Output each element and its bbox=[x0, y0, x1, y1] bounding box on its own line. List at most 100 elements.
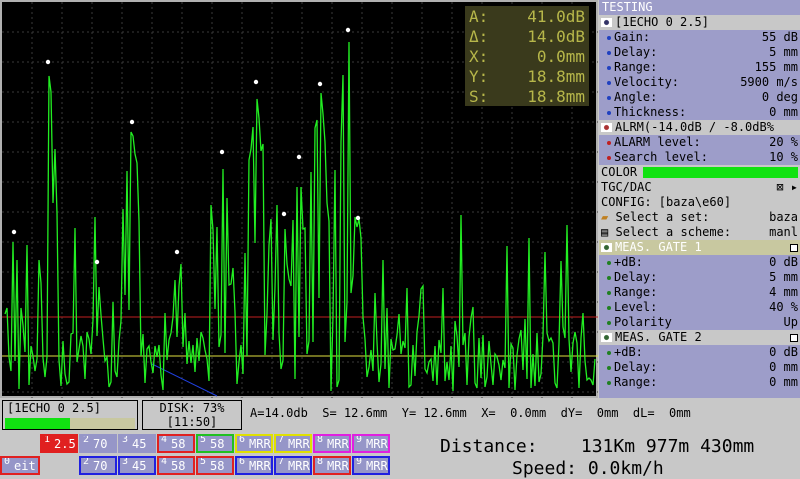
peak-marker bbox=[355, 215, 361, 221]
gate1-eye-icon bbox=[601, 243, 612, 252]
setting-row[interactable]: Range: 4 mm bbox=[599, 285, 800, 300]
channel-3-button[interactable]: 3 45 bbox=[118, 434, 156, 453]
distance-display: Distance: 131Km 977m 430mm bbox=[440, 436, 755, 457]
bullet-icon bbox=[607, 80, 611, 85]
channel-9-button[interactable]: 9 MRR bbox=[352, 456, 390, 475]
peak-marker bbox=[281, 211, 287, 217]
gate2-header[interactable]: MEAS. GATE 2 bbox=[599, 330, 800, 345]
peak-marker bbox=[129, 119, 135, 125]
bullet-icon bbox=[607, 140, 611, 145]
channel-2-button[interactable]: 2 70 bbox=[79, 456, 117, 475]
channel-4-button[interactable]: 4 58 bbox=[157, 434, 195, 453]
channel-4-button[interactable]: 4 58 bbox=[157, 456, 195, 475]
ascan-display[interactable]: A: 41.0dB Δ: 14.0dB X: 0.0mm Y: 18.8mm S: 18.8mm bbox=[0, 0, 598, 398]
setting-row[interactable]: Delay: 5 mm bbox=[599, 45, 800, 60]
measurement-line: A=14.0db S= 12.6mm Y= 12.6mm X= 0.0mm dY… bbox=[250, 406, 691, 420]
channel-2-button[interactable]: 2 70 bbox=[79, 434, 117, 453]
color-swatch[interactable] bbox=[643, 167, 798, 178]
peak-marker bbox=[94, 259, 100, 265]
panel-title: TESTING bbox=[599, 0, 800, 15]
readout-row: Y: 18.8mm bbox=[469, 67, 585, 86]
color-row[interactable]: COLOR bbox=[599, 165, 800, 180]
document-icon: ▤ bbox=[601, 225, 609, 239]
channel-3-button[interactable]: 3 45 bbox=[118, 456, 156, 475]
alarm-eye-icon bbox=[601, 123, 612, 132]
alarm-header[interactable]: ALRM(-14.0dB / -8.0dB% bbox=[599, 120, 800, 135]
setting-row[interactable]: Level: 40 % bbox=[599, 300, 800, 315]
setting-row[interactable]: ALARM level: 20 % bbox=[599, 135, 800, 150]
bullet-icon bbox=[607, 50, 611, 55]
bullet-icon bbox=[607, 290, 611, 295]
readout-row: X: 0.0mm bbox=[469, 47, 585, 66]
bullet-icon bbox=[607, 320, 611, 325]
echo-level-bar bbox=[5, 418, 135, 429]
channel-6-button[interactable]: 6 MRR bbox=[235, 434, 273, 453]
tgc-menu-icon[interactable]: ⊠ ▸ bbox=[776, 180, 798, 195]
peak-marker bbox=[45, 59, 51, 65]
setting-row[interactable]: +dB: 0 dB bbox=[599, 345, 800, 360]
echo-status[interactable]: [1ECHO 0 2.5] bbox=[2, 400, 138, 430]
folder-icon: ▰ bbox=[601, 210, 609, 224]
setting-row[interactable]: Gain: 55 dB bbox=[599, 30, 800, 45]
echo-channel-header[interactable]: [1ECHO 0 2.5] bbox=[599, 15, 800, 30]
select-set-row[interactable]: ▰ Select a set: baza bbox=[599, 210, 800, 225]
channel-7-button[interactable]: 7 MRR bbox=[274, 434, 312, 453]
channel-6-button[interactable]: 6 MRR bbox=[235, 456, 273, 475]
setting-row[interactable]: Delay: 5 mm bbox=[599, 270, 800, 285]
setting-row[interactable]: Delay: 0 mm bbox=[599, 360, 800, 375]
bullet-icon bbox=[607, 275, 611, 280]
setting-row[interactable]: Search level: 10 % bbox=[599, 150, 800, 165]
peak-marker bbox=[345, 27, 351, 33]
alarm-settings-list: ALARM level: 20 % Search level: 10 % bbox=[599, 135, 800, 165]
peak-marker bbox=[219, 149, 225, 155]
echo-settings-list: Gain: 55 dB Delay: 5 mm Range: 155 mm Velocity… bbox=[599, 30, 800, 120]
readout-row: Δ: 14.0dB bbox=[469, 27, 585, 46]
peak-marker bbox=[296, 154, 302, 160]
bullet-icon bbox=[607, 110, 611, 115]
gate2-settings-list: +dB: 0 dB Delay: 0 mm Range: 0 mm bbox=[599, 345, 800, 390]
peak-marker bbox=[317, 81, 323, 87]
setting-row[interactable]: Thickness: 0 mm bbox=[599, 105, 800, 120]
echo-level-fill bbox=[5, 418, 70, 429]
channel-9-button[interactable]: 9 MRR bbox=[352, 434, 390, 453]
setting-row[interactable]: Polarity Up bbox=[599, 315, 800, 330]
bullet-icon bbox=[607, 65, 611, 70]
setting-row[interactable]: +dB: 0 dB bbox=[599, 255, 800, 270]
channel-5-button[interactable]: 5 58 bbox=[196, 434, 234, 453]
bullet-icon bbox=[607, 155, 611, 160]
settings-panel: TESTING [1ECHO 0 2.5] Gain: 55 dB Delay: 5 … bbox=[599, 0, 800, 398]
readout-row: A: 41.0dB bbox=[469, 7, 585, 26]
gate1-header[interactable]: MEAS. GATE 1 bbox=[599, 240, 800, 255]
config-row[interactable]: CONFIG: [baza\e60] bbox=[599, 195, 800, 210]
tgc-dac-row[interactable]: TGC/DAC ⊠ ▸ bbox=[599, 180, 800, 195]
gate2-checkbox[interactable] bbox=[790, 333, 798, 342]
channel-1-button[interactable]: 1 2.5 bbox=[40, 434, 78, 453]
setting-row[interactable]: Velocity: 5900 m/s bbox=[599, 75, 800, 90]
select-scheme-row[interactable]: ▤ Select a scheme: manl bbox=[599, 225, 800, 240]
bullet-icon bbox=[607, 95, 611, 100]
gate2-eye-icon bbox=[601, 333, 612, 342]
measurement-readout: A: 41.0dB Δ: 14.0dB X: 0.0mm Y: 18.8mm S: 18.8mm bbox=[465, 6, 589, 106]
bullet-icon bbox=[607, 380, 611, 385]
speed-display: Speed: 0.0km/h bbox=[512, 458, 664, 479]
setting-row[interactable]: Angle: 0 deg bbox=[599, 90, 800, 105]
setting-row[interactable]: Range: 155 mm bbox=[599, 60, 800, 75]
eye-icon bbox=[601, 18, 612, 27]
gate1-settings-list: +dB: 0 dB Delay: 5 mm Range: 4 mm Level: 40 % Po… bbox=[599, 255, 800, 330]
bullet-icon bbox=[607, 35, 611, 40]
bullet-icon bbox=[607, 260, 611, 265]
bullet-icon bbox=[607, 350, 611, 355]
gate1-checkbox[interactable] bbox=[790, 243, 798, 252]
channel-7-button[interactable]: 7 MRR bbox=[274, 456, 312, 475]
status-bar: [1ECHO 0 2.5] DISK: 73% [11:50] A=14.0db… bbox=[0, 398, 800, 479]
channel-5-button[interactable]: 5 58 bbox=[196, 456, 234, 475]
peak-marker bbox=[11, 229, 17, 235]
bullet-icon bbox=[607, 365, 611, 370]
readout-row: S: 18.8mm bbox=[469, 87, 585, 106]
channel-8-button[interactable]: 8 MRR bbox=[313, 456, 351, 475]
channel-8-button[interactable]: 8 MRR bbox=[313, 434, 351, 453]
peak-marker bbox=[174, 249, 180, 255]
channel-0-button[interactable]: 0 eit bbox=[0, 456, 40, 475]
setting-row[interactable]: Range: 0 mm bbox=[599, 375, 800, 390]
peak-marker bbox=[253, 79, 259, 85]
